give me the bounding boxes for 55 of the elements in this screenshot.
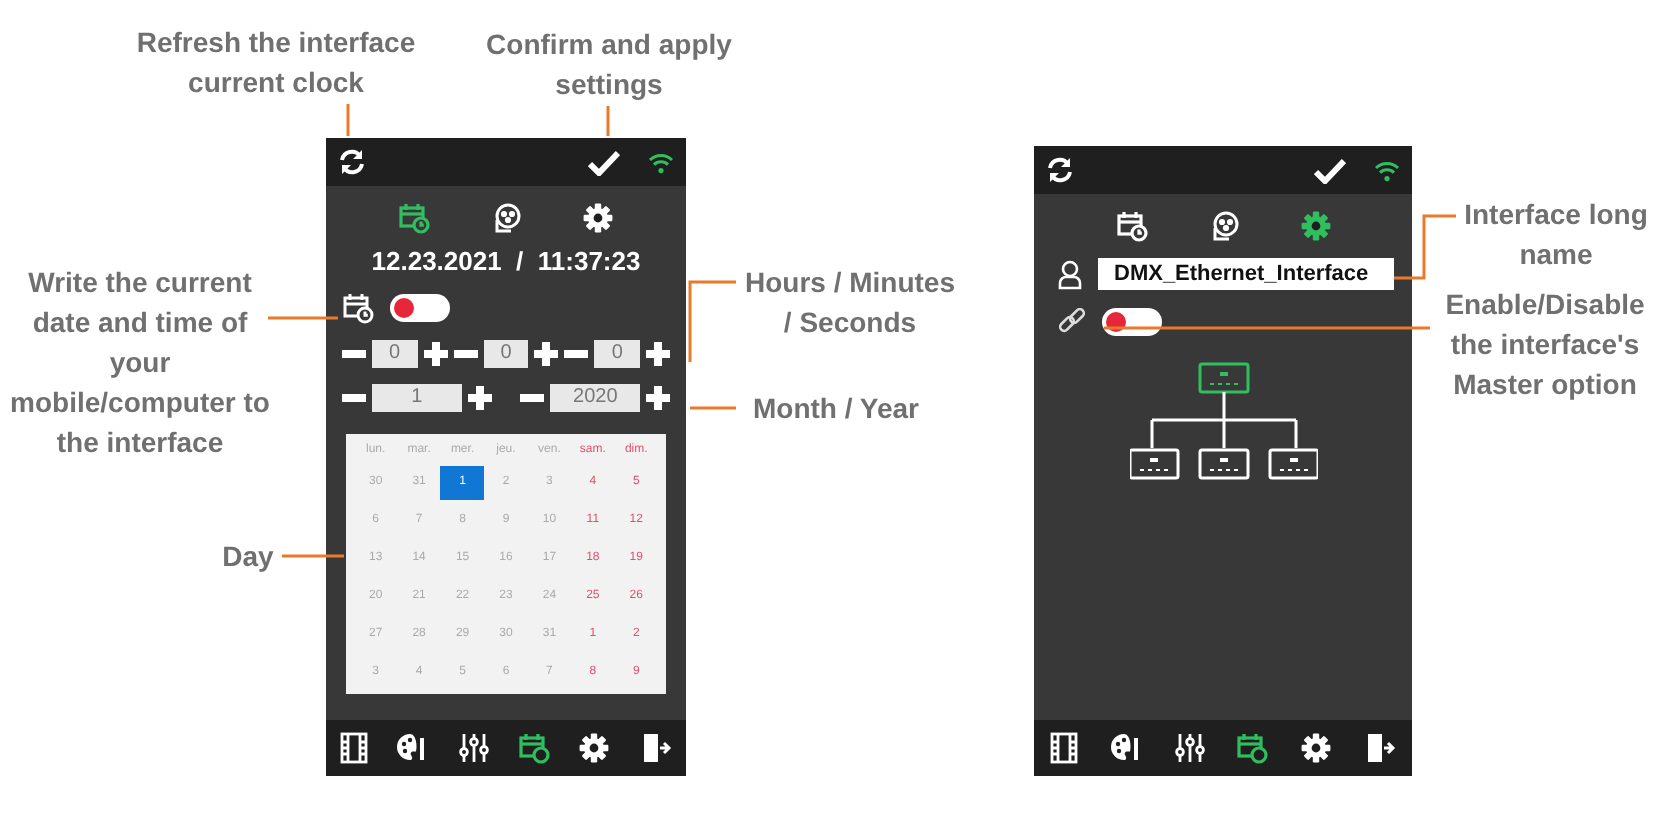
settings-icon[interactable] bbox=[1299, 210, 1331, 242]
increment-button[interactable] bbox=[646, 386, 670, 410]
increment-button[interactable] bbox=[423, 342, 448, 366]
refresh-icon[interactable] bbox=[338, 148, 366, 176]
number-field[interactable]: 0 bbox=[483, 340, 529, 368]
connector-icon[interactable] bbox=[490, 202, 522, 234]
exit-icon[interactable] bbox=[639, 732, 672, 764]
palette-icon[interactable] bbox=[396, 732, 429, 764]
annotation-text: Month / Year bbox=[751, 390, 921, 428]
annotation-text: Confirm and apply settings bbox=[484, 26, 734, 104]
calendar-clock-icon[interactable] bbox=[398, 202, 430, 234]
settings-icon[interactable] bbox=[582, 202, 614, 234]
annotation-text: Hours / Minutes / Seconds bbox=[742, 264, 957, 342]
number-field[interactable]: 2020 bbox=[550, 384, 640, 412]
number-field[interactable]: 1 bbox=[372, 384, 462, 412]
refresh-icon[interactable] bbox=[1046, 156, 1074, 184]
increment-button[interactable] bbox=[646, 342, 671, 366]
wifi-icon bbox=[1374, 159, 1400, 181]
leader-line bbox=[268, 316, 338, 320]
link-icon bbox=[1058, 308, 1086, 336]
palette-icon[interactable] bbox=[1109, 732, 1142, 764]
annotation-text: Refresh the interface current clock bbox=[134, 24, 418, 102]
calendar-clock-icon[interactable] bbox=[1115, 210, 1147, 242]
leader-line bbox=[688, 280, 736, 362]
check-icon[interactable] bbox=[588, 149, 620, 175]
calendar-clock-icon[interactable] bbox=[1236, 732, 1269, 764]
increment-button[interactable] bbox=[534, 342, 559, 366]
name-field[interactable]: DMX_Ethernet_Interface bbox=[1098, 258, 1394, 290]
toggle-switch[interactable] bbox=[390, 294, 450, 322]
check-icon[interactable] bbox=[1314, 157, 1346, 183]
leader-line bbox=[690, 406, 736, 410]
number-field[interactable]: 0 bbox=[594, 340, 641, 368]
film-icon[interactable] bbox=[340, 732, 369, 764]
settings-icon[interactable] bbox=[1300, 732, 1333, 764]
leader-line bbox=[282, 554, 344, 558]
number-field[interactable]: 0 bbox=[372, 340, 418, 368]
film-icon[interactable] bbox=[1049, 732, 1078, 764]
settings-icon[interactable] bbox=[578, 732, 611, 764]
sliders-icon[interactable] bbox=[457, 732, 490, 764]
calendar-clock-icon[interactable] bbox=[518, 732, 551, 764]
toggle-switch[interactable] bbox=[1102, 308, 1162, 336]
leader-line bbox=[1394, 214, 1456, 280]
exit-icon[interactable] bbox=[1364, 732, 1397, 764]
annotation-text: Write the current date and time of your mobile/computer to the interface bbox=[8, 264, 272, 462]
calendar-clock-icon bbox=[342, 292, 374, 324]
leader-line bbox=[346, 104, 350, 136]
date-time-text: 12.23.2021 / 11:37:23 bbox=[369, 246, 643, 276]
leader-line bbox=[606, 106, 610, 136]
annotation-text: Day bbox=[220, 538, 276, 576]
sliders-icon[interactable] bbox=[1173, 732, 1206, 764]
wifi-icon bbox=[648, 151, 674, 173]
annotation-text: Interface long name bbox=[1462, 196, 1650, 274]
user-icon bbox=[1058, 259, 1082, 289]
increment-button[interactable] bbox=[467, 386, 492, 410]
annotation-text: Enable/Disable the interface's Master option bbox=[1443, 286, 1647, 404]
